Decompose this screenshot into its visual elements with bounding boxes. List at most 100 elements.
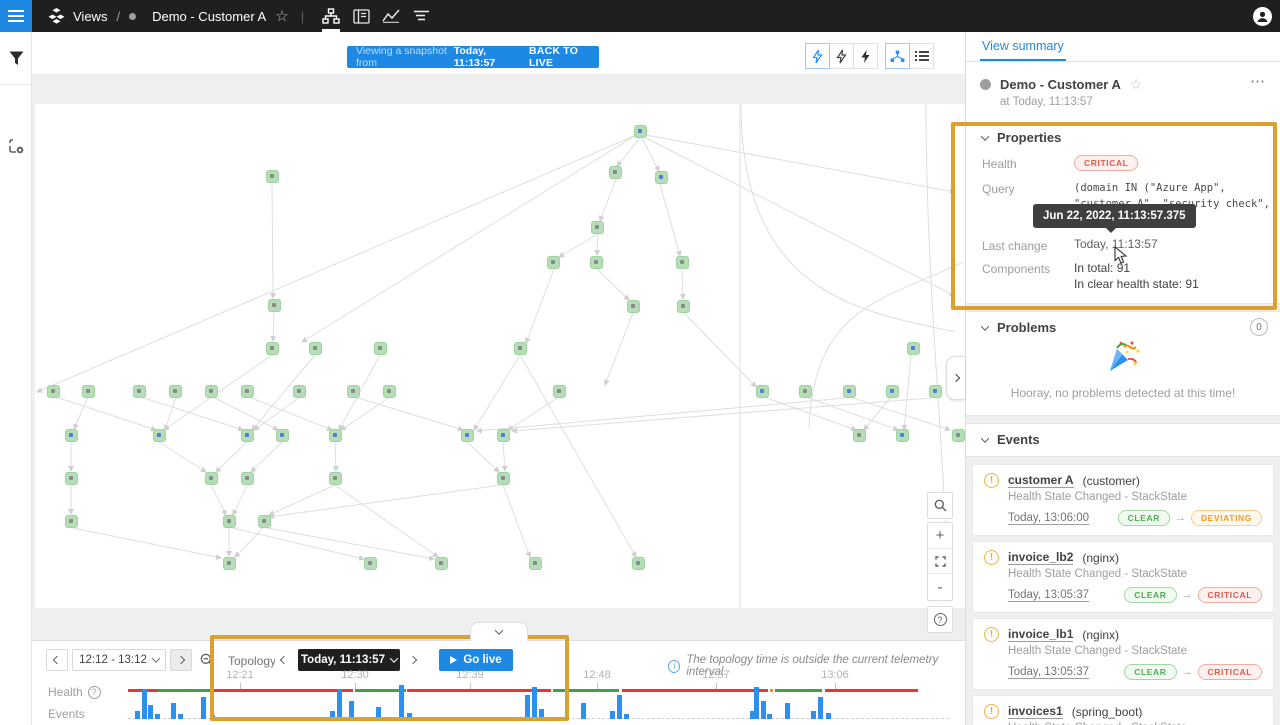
range-next-button[interactable]: [170, 649, 192, 671]
topology-node[interactable]: [205, 385, 218, 398]
topology-time-dropdown[interactable]: Today, 11:13:57: [298, 649, 400, 671]
topology-node[interactable]: [514, 342, 527, 355]
tab-view-summary[interactable]: View summary: [980, 32, 1066, 61]
topology-node[interactable]: [268, 299, 281, 312]
view-star-icon[interactable]: ☆: [1130, 76, 1143, 93]
properties-section-header[interactable]: Properties: [982, 130, 1264, 145]
timeline-collapse-tab[interactable]: [470, 622, 528, 641]
topology-node[interactable]: [347, 385, 360, 398]
topology-node[interactable]: [364, 557, 377, 570]
favorite-star-icon[interactable]: ☆: [275, 7, 288, 25]
health-help-icon[interactable]: ?: [88, 686, 101, 699]
topology-node[interactable]: [756, 385, 769, 398]
view-menu-button[interactable]: ⋯: [1250, 72, 1266, 90]
topology-time-prev-button[interactable]: [275, 649, 293, 671]
topology-node[interactable]: [383, 385, 396, 398]
topology-node[interactable]: [47, 385, 60, 398]
time-range-dropdown[interactable]: 12:12 - 13:12: [72, 649, 166, 671]
topology-node[interactable]: [529, 557, 542, 570]
topology-node[interactable]: [799, 385, 812, 398]
zoom-in-button[interactable]: +: [927, 523, 953, 549]
event-element-link[interactable]: invoices1: [1008, 704, 1063, 719]
topology-node[interactable]: [591, 221, 604, 234]
topology-node[interactable]: [676, 256, 689, 269]
topology-node[interactable]: [632, 557, 645, 570]
hamburger-menu-button[interactable]: [0, 0, 32, 32]
topology-node[interactable]: [266, 342, 279, 355]
topology-node[interactable]: [241, 429, 254, 442]
topology-node[interactable]: [677, 300, 690, 313]
topology-node[interactable]: [853, 429, 866, 442]
go-live-button[interactable]: Go live: [439, 649, 513, 671]
topology-node[interactable]: [205, 472, 218, 485]
bolt-outline-button[interactable]: [829, 43, 854, 69]
topology-node[interactable]: [65, 515, 78, 528]
event-element-link[interactable]: customer A: [1008, 473, 1074, 488]
topology-node[interactable]: [655, 171, 668, 184]
expand-drawer-tab[interactable]: [946, 356, 965, 400]
topology-node[interactable]: [169, 385, 182, 398]
user-avatar[interactable]: [1253, 7, 1272, 26]
topology-node[interactable]: [82, 385, 95, 398]
nav-panel-icon[interactable]: [346, 0, 376, 32]
topology-node[interactable]: [547, 256, 560, 269]
nav-traces-icon[interactable]: [406, 0, 436, 32]
topology-node[interactable]: [435, 557, 448, 570]
topology-node[interactable]: [461, 429, 474, 442]
topology-node[interactable]: [241, 385, 254, 398]
topology-node[interactable]: [553, 385, 566, 398]
event-time-link[interactable]: Today, 13:06:00: [1008, 512, 1089, 525]
topology-view-button[interactable]: [885, 43, 910, 69]
topology-node[interactable]: [223, 515, 236, 528]
event-time-link[interactable]: Today, 13:05:37: [1008, 666, 1089, 679]
zoom-out-button[interactable]: -: [927, 574, 953, 600]
topology-node[interactable]: [65, 429, 78, 442]
bolt-filled-button[interactable]: [853, 43, 878, 69]
fit-to-screen-button[interactable]: [927, 549, 953, 575]
back-to-live-button[interactable]: BACK TO LIVE: [529, 45, 590, 69]
topology-node[interactable]: [627, 300, 640, 313]
topology-node[interactable]: [329, 472, 342, 485]
topology-node[interactable]: [266, 170, 279, 183]
topology-node[interactable]: [634, 125, 647, 138]
topology-canvas[interactable]: + - ?: [32, 74, 965, 640]
topology-node[interactable]: [153, 429, 166, 442]
topology-node[interactable]: [374, 342, 387, 355]
bolt-outline-blue-button[interactable]: [805, 43, 830, 69]
breadcrumb-view-name[interactable]: Demo - Customer A: [152, 9, 266, 24]
topology-node[interactable]: [293, 385, 306, 398]
event-element-link[interactable]: invoice_lb1: [1008, 627, 1073, 642]
topology-node[interactable]: [241, 472, 254, 485]
topology-node[interactable]: [65, 472, 78, 485]
nav-telemetry-icon[interactable]: [376, 0, 406, 32]
topology-node[interactable]: [886, 385, 899, 398]
help-button[interactable]: ?: [927, 607, 953, 632]
topology-node[interactable]: [896, 429, 909, 442]
event-element-link[interactable]: invoice_lb2: [1008, 550, 1073, 565]
topology-node[interactable]: [609, 166, 622, 179]
events-section-header[interactable]: Events: [982, 432, 1264, 447]
topology-node[interactable]: [223, 557, 236, 570]
search-zoom-button[interactable]: [927, 493, 953, 518]
topology-node[interactable]: [276, 429, 289, 442]
topology-node[interactable]: [952, 429, 965, 442]
event-time-link[interactable]: Today, 13:05:37: [1008, 589, 1089, 602]
timeline-zoom-out-button[interactable]: [196, 649, 218, 671]
list-view-button[interactable]: [909, 43, 934, 69]
topology-node[interactable]: [590, 256, 603, 269]
topology-node[interactable]: [258, 515, 271, 528]
topology-node[interactable]: [133, 385, 146, 398]
breadcrumb-views[interactable]: Views: [73, 9, 107, 24]
view-settings-button[interactable]: [0, 125, 32, 167]
topology-node[interactable]: [309, 342, 322, 355]
topology-node[interactable]: [929, 385, 942, 398]
problems-section-header[interactable]: Problems: [982, 320, 1264, 335]
topology-node[interactable]: [497, 429, 510, 442]
topology-node[interactable]: [907, 342, 920, 355]
topology-node[interactable]: [329, 429, 342, 442]
topology-node[interactable]: [497, 472, 510, 485]
range-prev-button[interactable]: [46, 649, 68, 671]
nav-topology-icon[interactable]: [316, 0, 346, 32]
filter-button[interactable]: [0, 32, 32, 85]
topology-time-next-button[interactable]: [404, 649, 422, 671]
